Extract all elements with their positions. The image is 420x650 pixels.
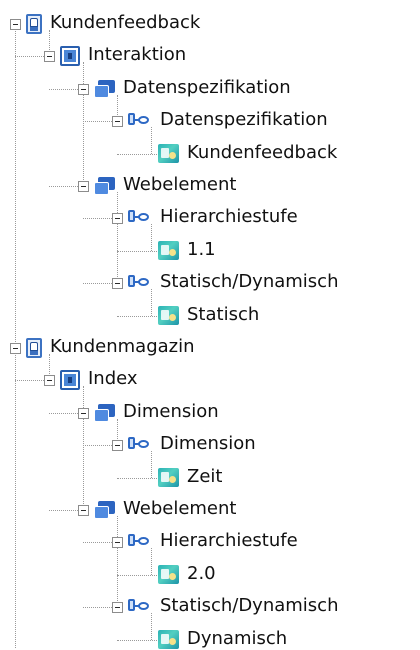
tree-connector (117, 315, 161, 317)
class-icon (94, 177, 115, 195)
tree-view: Kundenfeedback Interaktion Datenspezifikat… (0, 0, 420, 650)
object-icon (60, 46, 80, 67)
tree-connector (83, 445, 112, 447)
tree-connector (151, 127, 152, 154)
application-icon (26, 14, 42, 34)
value-icon (158, 468, 179, 488)
application-icon (26, 338, 42, 358)
class-icon (94, 403, 115, 422)
class-icon (94, 501, 115, 519)
attribute-icon (128, 534, 152, 550)
tree-connector (83, 121, 112, 123)
collapse-toggle[interactable] (44, 375, 55, 387)
collapse-toggle[interactable] (10, 343, 21, 354)
tree-connector (83, 218, 112, 220)
tree-connector (49, 412, 78, 414)
tree-node-datenspezifikation[interactable]: Datenspezifikation (123, 77, 291, 99)
tree-connector (49, 510, 78, 511)
tree-node-kundenfeedback[interactable]: Kundenfeedback (50, 12, 200, 34)
tree-node-webelement[interactable]: Webelement (123, 174, 236, 196)
tree-connector (151, 451, 152, 478)
tree-node-zeit[interactable]: Zeit (187, 466, 222, 488)
tree-connector (151, 289, 152, 316)
value-icon (158, 306, 179, 326)
tree-connector (15, 56, 44, 58)
tree-connector (117, 153, 161, 155)
attribute-icon (128, 275, 152, 291)
tree-node-dimension[interactable]: Dimension (160, 433, 256, 455)
class-icon (94, 79, 115, 98)
tree-node-statisch-dynamisch[interactable]: Statisch/Dynamisch (160, 271, 339, 293)
collapse-toggle[interactable] (112, 602, 123, 614)
tree-node-interaktion[interactable]: Interaktion (88, 44, 186, 66)
tree-connector (49, 88, 78, 90)
tree-node-kundenfeedback[interactable]: Kundenfeedback (187, 142, 337, 164)
tree-connector (117, 192, 118, 284)
attribute-icon (128, 113, 152, 129)
tree-node-statisch-dynamisch[interactable]: Statisch/Dynamisch (160, 595, 339, 617)
tree-node-1-1[interactable]: 1.1 (187, 239, 216, 261)
tree-connector (151, 613, 152, 640)
collapse-toggle[interactable] (44, 51, 55, 63)
tree-connector (151, 224, 152, 251)
value-icon (158, 565, 179, 585)
tree-node-2-0[interactable]: 2.0 (187, 563, 216, 585)
tree-connector (83, 542, 112, 544)
value-icon (158, 630, 179, 650)
collapse-toggle[interactable] (78, 505, 89, 516)
tree-connector (83, 386, 84, 510)
tree-connector (117, 574, 161, 576)
tree-node-hierarchiestufe[interactable]: Hierarchiestufe (160, 206, 298, 228)
collapse-toggle[interactable] (78, 181, 89, 192)
tree-node-statisch[interactable]: Statisch (187, 304, 259, 326)
tree-node-datenspezifikation[interactable]: Datenspezifikation (160, 109, 328, 131)
tree-node-webelement[interactable]: Webelement (123, 498, 236, 520)
attribute-icon (128, 599, 152, 615)
tree-connector (15, 24, 16, 648)
value-icon (158, 144, 179, 164)
tree-node-kundenmagazin[interactable]: Kundenmagazin (50, 336, 195, 358)
object-icon (60, 370, 80, 391)
tree-connector (83, 62, 84, 186)
collapse-toggle[interactable] (112, 440, 123, 452)
value-icon (158, 241, 179, 261)
tree-node-index[interactable]: Index (88, 368, 138, 390)
collapse-toggle[interactable] (112, 213, 123, 225)
tree-connector (117, 516, 118, 608)
tree-connector (117, 477, 161, 479)
tree-connector (49, 186, 78, 187)
tree-node-hierarchiestufe[interactable]: Hierarchiestufe (160, 530, 298, 552)
tree-connector (151, 548, 152, 575)
collapse-toggle[interactable] (10, 19, 21, 30)
tree-node-dynamisch[interactable]: Dynamisch (187, 628, 287, 650)
collapse-toggle[interactable] (112, 116, 123, 128)
collapse-toggle[interactable] (78, 407, 89, 419)
collapse-toggle[interactable] (112, 278, 123, 290)
tree-connector (15, 380, 44, 382)
attribute-icon (128, 210, 152, 226)
tree-node-dimension[interactable]: Dimension (123, 401, 219, 423)
attribute-icon (128, 437, 152, 453)
tree-connector (117, 250, 161, 252)
collapse-toggle[interactable] (112, 537, 123, 549)
collapse-toggle[interactable] (78, 83, 89, 95)
tree-connector (117, 639, 161, 641)
tree-connector (83, 607, 112, 609)
tree-connector (83, 283, 112, 285)
